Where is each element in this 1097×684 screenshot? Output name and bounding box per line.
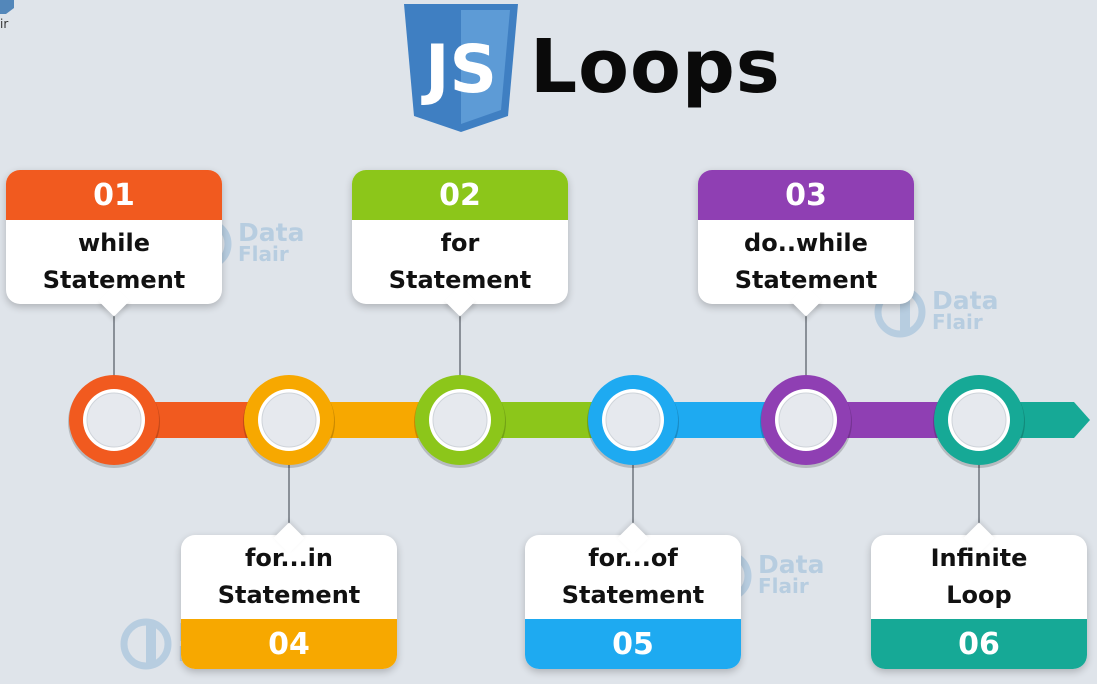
- step-card: for...in Statement 04: [181, 522, 397, 669]
- step-number: 03: [698, 170, 914, 220]
- step-number: 05: [525, 619, 741, 669]
- step-number: 01: [6, 170, 222, 220]
- infographic: ir JS Loops Data Flair Data Flair Data F…: [0, 0, 1097, 684]
- step-label-line: do..while: [744, 229, 868, 257]
- node-center: [778, 392, 834, 448]
- node-center: [261, 392, 317, 448]
- node-center: [951, 392, 1007, 448]
- step-label-line: while: [78, 229, 150, 257]
- step-card: 03 do..while Statement: [698, 170, 914, 317]
- node-center: [86, 392, 142, 448]
- step-card: 02 for Statement: [352, 170, 568, 317]
- step-card: 01 while Statement: [6, 170, 222, 317]
- step-label-line: Statement: [561, 581, 705, 609]
- node-center: [432, 392, 488, 448]
- node-center: [605, 392, 661, 448]
- step-number: 04: [181, 619, 397, 669]
- step-label-line: Statement: [217, 581, 361, 609]
- step-number: 02: [352, 170, 568, 220]
- step-card: Infinite Loop 06: [871, 522, 1087, 669]
- step-card: for...of Statement 05: [525, 522, 741, 669]
- step-label-line: Loop: [946, 581, 1012, 609]
- step-label-line: for: [440, 229, 480, 257]
- step-number: 06: [871, 619, 1087, 669]
